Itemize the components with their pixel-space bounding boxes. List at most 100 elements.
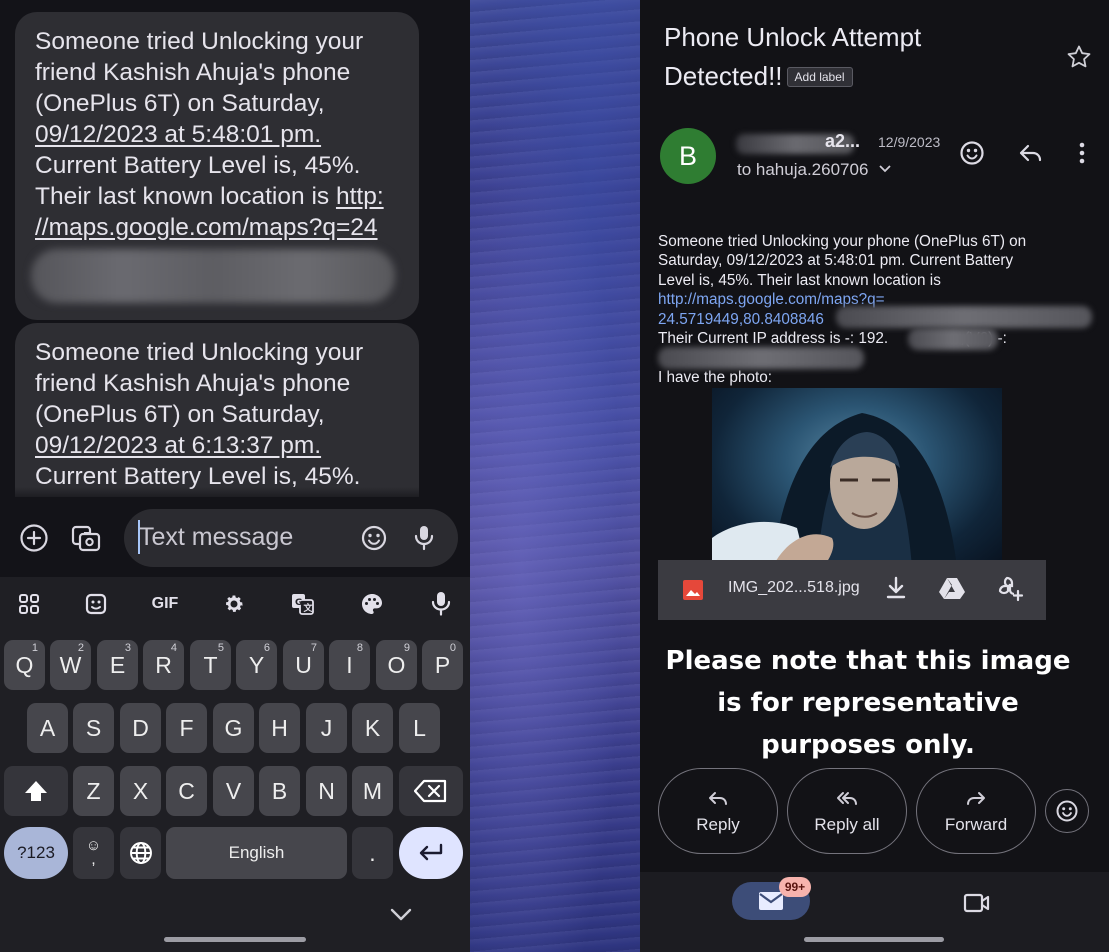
key-y[interactable]: Y6	[236, 640, 277, 690]
key-label: Q	[15, 651, 34, 678]
save-to-photos-icon[interactable]	[996, 574, 1024, 602]
period-key[interactable]: .	[352, 827, 393, 879]
key-o[interactable]: O9	[376, 640, 417, 690]
key-label: U	[295, 651, 312, 678]
key-hint: 2	[77, 642, 84, 654]
key-label: I	[346, 651, 353, 678]
chevron-down-icon[interactable]	[389, 906, 413, 924]
emoji-icon[interactable]	[356, 520, 392, 556]
drive-icon[interactable]	[938, 576, 966, 600]
key-x[interactable]: X	[120, 766, 161, 816]
reply-label: Reply	[696, 815, 740, 834]
key-v[interactable]: V	[213, 766, 254, 816]
language-key[interactable]	[120, 827, 161, 879]
messages-app-panel: Someone tried Unlocking your friend Kash…	[0, 0, 470, 952]
theme-palette-icon[interactable]	[352, 587, 392, 621]
star-icon[interactable]	[1066, 44, 1092, 70]
shift-key[interactable]	[4, 766, 68, 816]
key-u[interactable]: U7	[283, 640, 324, 690]
hooded-figure-illustration	[712, 413, 957, 568]
key-s[interactable]: S	[73, 703, 114, 753]
message-text: Their last known location is	[35, 183, 336, 210]
message-bubble[interactable]: Someone tried Unlocking your friend Kash…	[15, 12, 419, 320]
key-c[interactable]: C	[166, 766, 207, 816]
enter-key[interactable]	[399, 827, 463, 879]
message-location-link[interactable]: //maps.google.com/maps?q=24	[35, 212, 401, 243]
key-q[interactable]: Q1	[4, 640, 45, 690]
compose-bar: Text message	[0, 497, 470, 577]
key-w[interactable]: W2	[50, 640, 91, 690]
key-i[interactable]: I8	[329, 640, 370, 690]
voice-mic-icon[interactable]	[421, 587, 461, 621]
key-r[interactable]: R4	[143, 640, 184, 690]
key-p[interactable]: P0	[422, 640, 463, 690]
download-icon[interactable]	[886, 576, 906, 600]
key-j[interactable]: J	[306, 703, 347, 753]
message-date-link[interactable]: 09/12/2023 at 6:13:37 pm.	[35, 430, 401, 461]
key-m[interactable]: M	[352, 766, 393, 816]
chevron-down-icon	[879, 165, 891, 173]
key-g[interactable]: G	[213, 703, 254, 753]
note-line: Please note that this image	[665, 646, 1071, 676]
apps-grid-icon[interactable]	[9, 587, 49, 621]
add-label-button[interactable]: Add label	[786, 67, 853, 87]
microphone-icon[interactable]	[406, 520, 442, 556]
key-n[interactable]: N	[306, 766, 347, 816]
key-hint: 8	[356, 642, 363, 654]
emoji-reaction-icon[interactable]	[957, 138, 987, 168]
message-line: friend Kashish Ahuja's phone	[35, 370, 351, 397]
key-label: ,	[91, 851, 96, 868]
sticker-icon[interactable]	[76, 587, 116, 621]
key-l[interactable]: L	[399, 703, 440, 753]
key-a[interactable]: A	[27, 703, 68, 753]
add-reaction-button[interactable]	[1045, 789, 1089, 833]
text-message-input[interactable]: Text message	[124, 509, 458, 567]
forward-button[interactable]: Forward	[916, 768, 1036, 854]
key-hint: 7	[310, 642, 317, 654]
key-k[interactable]: K	[352, 703, 393, 753]
symbols-key[interactable]: ?123	[4, 827, 68, 879]
reply-icon	[709, 792, 727, 805]
subject-line: Phone Unlock Attempt	[664, 22, 922, 52]
message-date-link[interactable]: 09/12/2023 at 5:48:01 pm.	[35, 119, 401, 150]
email-subject: Phone Unlock Attempt Detected!! Add label	[664, 18, 1054, 96]
meet-video-icon[interactable]	[962, 890, 992, 916]
message-bubble[interactable]: Someone tried Unlocking your friend Kash…	[15, 323, 419, 503]
translate-icon[interactable]: G文	[283, 587, 323, 621]
wallpaper-divider	[470, 0, 640, 952]
key-label: Y	[248, 651, 265, 678]
enter-arrow-icon	[419, 843, 443, 861]
gif-button[interactable]: GIF	[145, 587, 185, 621]
settings-gear-icon[interactable]	[214, 587, 254, 621]
forward-icon	[967, 792, 985, 805]
reply-button[interactable]: Reply	[658, 768, 778, 854]
key-label: P	[434, 651, 451, 678]
backspace-key[interactable]	[399, 766, 463, 816]
key-hint: 5	[217, 642, 224, 654]
key-t[interactable]: T5	[190, 640, 231, 690]
key-d[interactable]: D	[120, 703, 161, 753]
emoji-comma-key[interactable]: ☺ ,	[73, 827, 114, 879]
image-file-icon	[683, 580, 703, 600]
sender-avatar[interactable]: B	[660, 128, 716, 184]
message-location-link[interactable]: http:	[336, 183, 384, 210]
key-b[interactable]: B	[259, 766, 300, 816]
space-bar[interactable]: English	[166, 827, 347, 879]
key-z[interactable]: Z	[73, 766, 114, 816]
gallery-icon[interactable]	[68, 520, 104, 556]
reply-icon[interactable]	[1016, 138, 1046, 168]
reply-all-button[interactable]: Reply all	[787, 768, 907, 854]
more-options-icon[interactable]	[1067, 138, 1097, 168]
key-e[interactable]: E3	[97, 640, 138, 690]
message-line: Someone tried Unlocking your	[35, 339, 364, 366]
attached-photo[interactable]	[712, 388, 1002, 568]
recipient-details[interactable]: to hahuja.260706	[737, 160, 891, 180]
key-h[interactable]: H	[259, 703, 300, 753]
disclaimer-note: Please note that this image is for repre…	[640, 640, 1096, 766]
attachment-chip[interactable]: IMG_202...518.jpg	[658, 560, 1046, 620]
key-f[interactable]: F	[166, 703, 207, 753]
message-line: friend Kashish Ahuja's phone	[35, 59, 351, 86]
message-line: Their last known location is http:	[35, 181, 401, 212]
soft-keyboard: GIF G文 Q1 W2 E3 R4 T5 Y6 U7 I8 O9 P0 A S…	[0, 577, 470, 952]
add-attachment-icon[interactable]	[16, 520, 52, 556]
